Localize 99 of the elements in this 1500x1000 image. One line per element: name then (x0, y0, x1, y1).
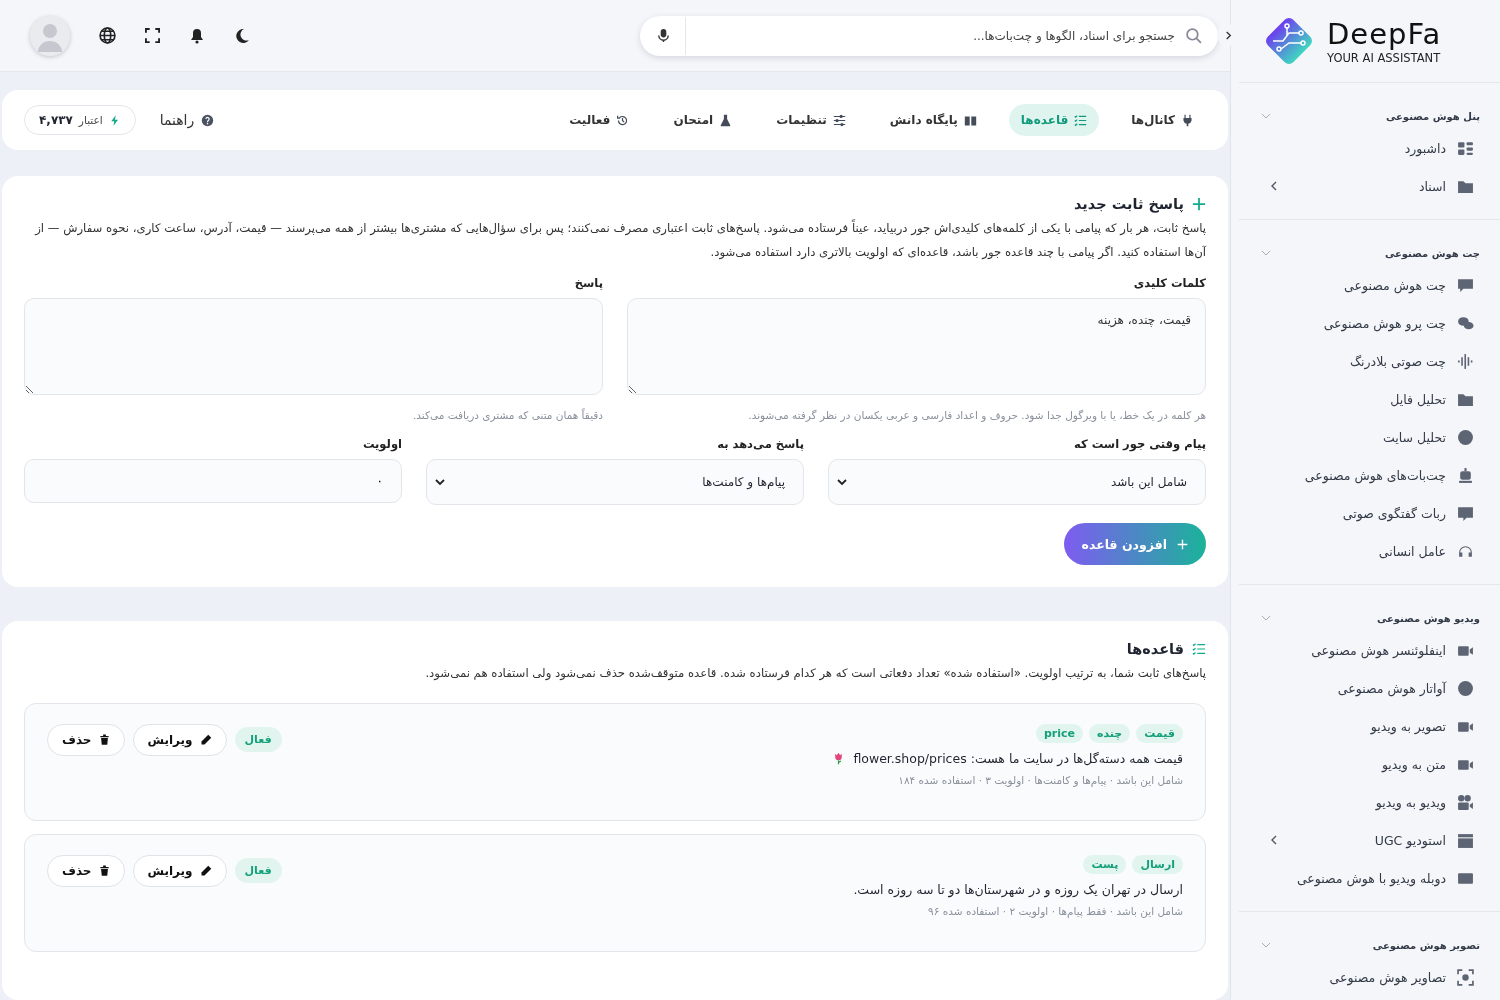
rules-description: پاسخ‌های ثابت شما، به ترتیب اولویت. «استفاده شده» تعداد دفعاتی است که هر کدام فرستاده شده. قاعده متوقف‌شده حذف نمی‌شود ولی استفاده هم نمی‌شود. (424, 665, 1206, 683)
trash-icon (98, 734, 110, 746)
tab[interactable]: فعالیت (557, 104, 642, 136)
field-hint: هر کلمه در یک خط، یا با ویرگول جدا شود. حروف و اعداد فارسی و عربی یکسان در نظر گرفته می‌شوند. (747, 409, 1206, 421)
moon-icon[interactable] (234, 27, 250, 44)
pencil-icon (199, 865, 212, 877)
search-icon (1185, 27, 1202, 44)
pencil-icon (199, 734, 212, 746)
flask-icon (719, 113, 733, 127)
nav-item[interactable]: استودیو UGC (1239, 821, 1500, 859)
keyword-tag: چنده (1089, 724, 1131, 743)
nav-item[interactable]: اینفلوئنسر هوش مصنوعی (1239, 631, 1500, 669)
edit-button[interactable]: ویرایش (132, 724, 227, 756)
chevron-icon (1269, 835, 1279, 845)
nav-item[interactable]: دوبله ویدیو با هوش مصنوعی (1239, 859, 1500, 897)
film-camera-icon (1457, 793, 1474, 811)
chevron-down-icon (837, 477, 847, 487)
dashboard-icon (1457, 139, 1474, 157)
nav-item[interactable]: آواتار هوش مصنوعی (1239, 669, 1500, 707)
priority-field[interactable]: ۰ (24, 459, 402, 503)
credit-label: اعتبار (78, 114, 103, 126)
plus-icon (1177, 538, 1188, 550)
search-field[interactable]: جستجو برای اسناد، الگوها و چت‌بات‌ها... (700, 27, 1177, 44)
nav-item[interactable]: متن به ویدیو (1239, 745, 1500, 783)
brand-name: DeepFa (1327, 17, 1442, 51)
message-screen-icon (1457, 504, 1474, 522)
form-description: پاسخ ثابت، هر بار که پیامی با یکی از کلمه‌های کلیدی‌اش جور دربیاید، عیناً فرستاده می‌شود. پاسخ‌های ثابت اعتباری مصرف نمی‌کنند؛ پس برای سؤال‌هایی که مشتری‌ها بیشتر از همه می‌پرسند — قیمت، آدرس، ساعت کاری، نحوه سفارش — از آن‌ها استفاده کنید. اگر پیامی با چند قاعده جور باشد، قاعده‌ای که اولویت بالاتری دارد استفاده می‌شود. (33, 218, 1206, 262)
field-label: پاسخ (573, 276, 603, 290)
microphone-icon[interactable] (656, 28, 671, 43)
credit-value: ۴,۷۳۷ (39, 113, 73, 127)
nav-item[interactable]: ربات گفتگوی صوتی (1239, 494, 1500, 532)
bell-icon[interactable] (189, 27, 205, 44)
dropdown[interactable]: پیام‌ها و کامنت‌ها (426, 459, 804, 505)
rule-text: قیمت همه دسته‌گل‌ها در سایت ما هست: flower.shop/prices (853, 751, 1183, 766)
rule-meta: شامل این باشد · پیام‌ها و کامنت‌ها · اولویت ۳ · استفاده شده ۱۸۴ (897, 774, 1183, 786)
nav-item[interactable]: عامل انسانی (1239, 532, 1500, 570)
section-header[interactable]: تصویر هوش مصنوعی (1372, 939, 1480, 951)
keyword-tag: پست (1083, 855, 1127, 874)
sound-wave-icon (1457, 352, 1474, 370)
keyword-tag: قیمت (1136, 724, 1183, 743)
field-hint: دقیقاً همان متنی که مشتری دریافت می‌کند. (411, 409, 603, 421)
field-label: پیام وقتی جور است که (1073, 437, 1206, 451)
field-label: اولویت (361, 437, 402, 451)
plug-icon (1181, 113, 1194, 127)
clapperboard-icon (1457, 831, 1474, 849)
tab[interactable]: کانال‌ها (1119, 104, 1206, 136)
field-label: کلمات کلیدی (1132, 276, 1206, 290)
nav-item[interactable]: اسناد (1239, 167, 1500, 205)
fullscreen-icon[interactable] (145, 28, 160, 43)
section-header[interactable]: پنل هوش مصنوعی (1385, 110, 1480, 122)
chevron-down-icon (435, 477, 445, 487)
book-icon (963, 113, 977, 127)
sliders-icon (832, 113, 846, 127)
keyword-tag: price (1035, 724, 1083, 743)
edit-button[interactable]: ویرایش (132, 855, 227, 887)
checklist-icon (1074, 113, 1088, 127)
search-bar[interactable]: جستجو برای اسناد، الگوها و چت‌بات‌ها... (640, 15, 1218, 56)
keywords-field[interactable]: قیمت، چنده، هزینه (627, 298, 1206, 395)
robot-icon (1457, 466, 1474, 484)
nav-item[interactable]: داشبورد (1239, 129, 1500, 167)
nav-item[interactable]: چت صوتی بلادرنگ (1239, 342, 1500, 380)
tab[interactable]: پایگاه دانش (877, 104, 989, 136)
brand-tagline: YOUR AI ASSISTANT (1327, 51, 1441, 65)
rule-meta: شامل این باشد · فقط پیام‌ها · اولویت ۲ · استفاده شده ۹۶ (927, 905, 1183, 917)
checklist-icon (1192, 642, 1206, 656)
rule-text: ارسال در تهران یک روزه و در شهرستان‌ها دو تا سه روزه است. (853, 882, 1183, 897)
plus-icon (1192, 197, 1206, 211)
nav-item[interactable]: ویدیو به ویدیو (1239, 783, 1500, 821)
chevron-icon (1269, 181, 1279, 191)
tab[interactable]: امتحان (661, 104, 745, 136)
nav-item[interactable]: تحلیل فایل (1239, 380, 1500, 418)
tab[interactable]: تنظیمات (764, 104, 858, 136)
nav-item[interactable]: تصویر به ویدیو (1239, 707, 1500, 745)
delete-button[interactable]: حذف (47, 724, 125, 756)
help-icon (201, 113, 215, 127)
image-scan-icon (1457, 968, 1474, 986)
status-badge: فعال (234, 727, 282, 752)
section-title: قاعده‌ها (1126, 641, 1184, 657)
section-header[interactable]: چت هوش مصنوعی (1384, 247, 1480, 259)
chevron-icon (1223, 30, 1233, 40)
nav-item[interactable]: تصاویر هوش مصنوعی (1239, 958, 1500, 996)
chat-icon (1457, 276, 1474, 294)
section-header[interactable]: ویدیو هوش مصنوعی (1376, 612, 1480, 624)
delete-button[interactable]: حذف (47, 855, 125, 887)
form-title: پاسخ ثابت جدید (1073, 196, 1184, 212)
nav-item[interactable]: چت پرو هوش مصنوعی (1239, 304, 1500, 342)
dropdown[interactable]: شامل این باشد (828, 459, 1206, 505)
nav-item[interactable]: تحلیل سایت (1239, 418, 1500, 456)
answer-field[interactable] (24, 298, 603, 395)
history-icon (616, 113, 630, 127)
chat-bubbles-icon (1457, 314, 1474, 332)
keyword-tag: ارسال (1132, 855, 1183, 874)
status-badge: فعال (234, 858, 282, 883)
nav-item[interactable]: چت هوش مصنوعی (1239, 266, 1500, 304)
nav-item[interactable]: چت‌بات‌های هوش مصنوعی (1239, 456, 1500, 494)
field-label: پاسخ می‌دهد به (716, 437, 804, 451)
trash-icon (98, 865, 110, 877)
add-rule-button[interactable]: افزودن قاعده (1063, 523, 1206, 565)
help-link[interactable]: راهنما (159, 112, 215, 128)
